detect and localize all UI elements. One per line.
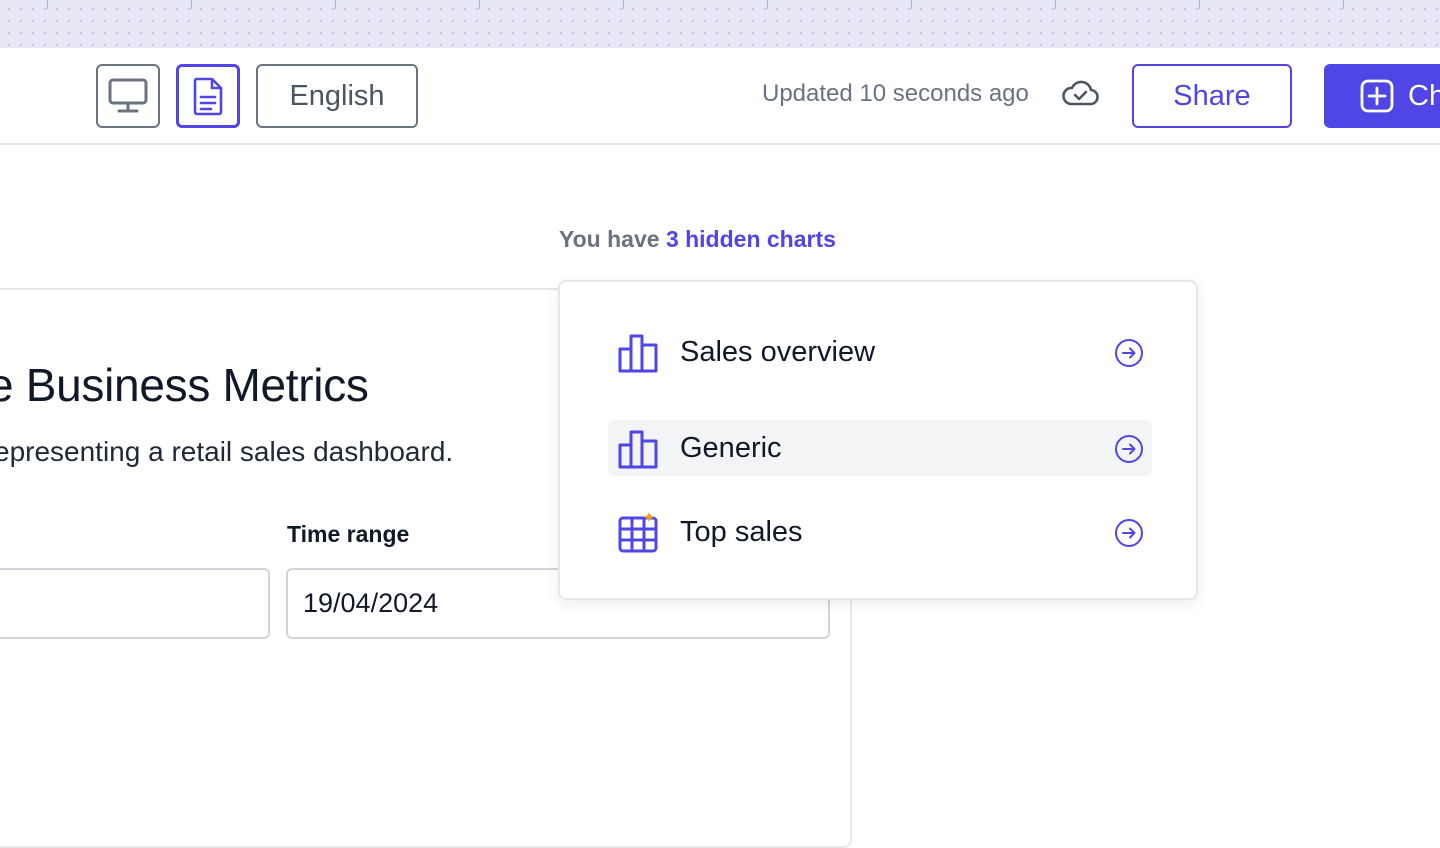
cloud-check-icon xyxy=(1062,80,1099,106)
hidden-chart-item-top-sales[interactable]: Top sales xyxy=(608,504,1152,560)
arrow-right-circle-icon[interactable] xyxy=(1114,434,1144,464)
hidden-charts-prefix: You have xyxy=(559,226,660,252)
share-button[interactable]: Share xyxy=(1132,64,1292,128)
hidden-chart-item-generic[interactable]: Generic xyxy=(608,420,1152,476)
hidden-chart-label: Generic xyxy=(680,431,782,464)
arrow-right-circle-icon[interactable] xyxy=(1114,338,1144,368)
ruler-tick xyxy=(623,0,624,9)
hidden-charts-notice: You have 3 hidden charts xyxy=(559,226,836,253)
ruler-tick xyxy=(767,0,768,9)
time-range-label: Time range xyxy=(287,521,410,547)
desktop-icon xyxy=(108,78,148,113)
add-chart-label: Ch xyxy=(1408,79,1440,112)
ruler-tick xyxy=(191,0,192,9)
ruler-tick xyxy=(47,0,48,9)
language-select[interactable]: English xyxy=(256,64,418,128)
ruler-tick xyxy=(479,0,480,9)
report-subtitle: epresenting a retail sales dashboard. xyxy=(0,436,454,467)
document-icon xyxy=(193,77,223,116)
ruler-tick xyxy=(1343,0,1344,9)
plus-square-icon xyxy=(1360,79,1394,113)
add-chart-button[interactable]: Ch xyxy=(1324,64,1440,128)
save-status-text: Updated 10 seconds ago xyxy=(762,80,1029,107)
ruler-tick xyxy=(1199,0,1200,9)
editor-toolbar: English Updated 10 seconds ago Share Ch xyxy=(0,48,1440,145)
bar-chart-icon xyxy=(618,334,658,373)
ruler-tick xyxy=(1055,0,1056,9)
desktop-view-button[interactable] xyxy=(96,64,160,128)
hidden-chart-label: Top sales xyxy=(680,515,803,548)
ruler-tick xyxy=(911,0,912,9)
hidden-chart-label: Sales overview xyxy=(680,335,876,368)
canvas-ruler-strip xyxy=(0,0,1440,48)
table-icon xyxy=(618,512,658,553)
bar-chart-icon xyxy=(618,430,658,469)
filter-input[interactable] xyxy=(0,568,270,639)
report-title: e Business Metrics xyxy=(0,359,369,411)
hidden-charts-link[interactable]: 3 hidden charts xyxy=(666,226,836,252)
ruler-tick xyxy=(335,0,336,9)
arrow-right-circle-icon[interactable] xyxy=(1114,518,1144,548)
time-range-value: 19/04/2024 xyxy=(303,588,439,618)
document-view-button[interactable] xyxy=(176,64,240,128)
hidden-chart-item-sales-overview[interactable]: Sales overview xyxy=(608,324,1152,380)
hidden-charts-popup: Sales overview Generic Top sales xyxy=(558,280,1198,600)
